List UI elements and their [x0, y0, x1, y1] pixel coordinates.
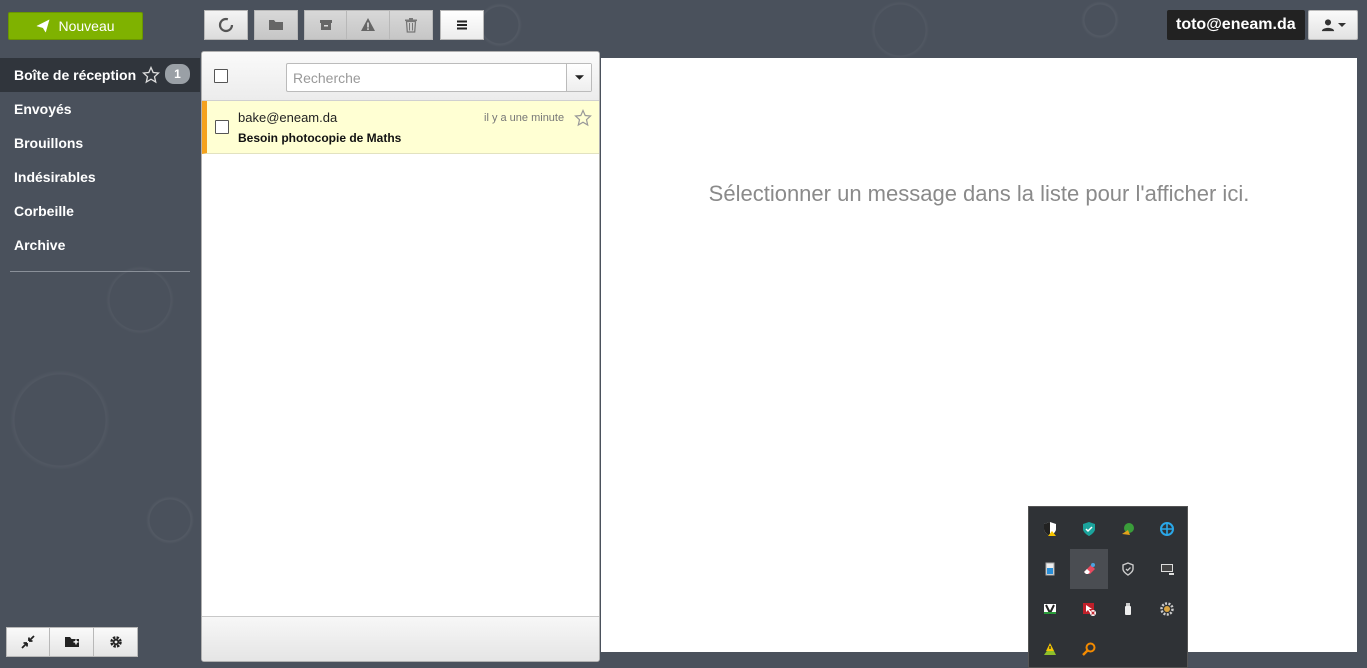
sidebar-bottom-tools — [6, 627, 138, 657]
folder-inbox[interactable]: Boîte de réception 1 — [0, 58, 200, 92]
new-message-button[interactable]: Nouveau — [8, 12, 143, 40]
refresh-group — [204, 10, 248, 40]
message-actions-group — [304, 10, 433, 40]
user-menu-button[interactable] — [1308, 10, 1358, 40]
tray-item[interactable] — [1031, 589, 1069, 629]
tray-item[interactable] — [1070, 629, 1108, 668]
system-tray-popup — [1028, 506, 1188, 668]
add-folder-button[interactable] — [50, 627, 94, 657]
more-menu-button[interactable] — [440, 10, 484, 40]
folder-label: Archive — [14, 237, 66, 253]
warning-icon — [361, 18, 375, 31]
tray-item[interactable] — [1148, 589, 1186, 629]
refresh-button[interactable] — [204, 10, 248, 40]
message-date: il y a une minute — [484, 112, 565, 124]
battery-icon — [1045, 562, 1055, 576]
network-globe-icon — [1122, 523, 1134, 535]
tray-item[interactable] — [1109, 549, 1147, 589]
star-icon[interactable] — [142, 66, 160, 84]
select-all-checkbox[interactable] — [214, 69, 228, 83]
folder-list: Boîte de réception 1 Envoyés Brouillons … — [0, 58, 200, 262]
folder-label: Corbeille — [14, 203, 74, 219]
hamburger-icon — [457, 20, 467, 30]
tray-item[interactable] — [1109, 589, 1147, 629]
eraser-tool-icon — [1084, 563, 1095, 574]
cog-app-icon — [1160, 602, 1174, 616]
folder-label: Indésirables — [14, 169, 96, 185]
spam-button[interactable] — [347, 10, 390, 40]
message-subject: Besoin photocopie de Maths — [238, 131, 402, 145]
settings-button[interactable] — [94, 627, 138, 657]
tray-item[interactable] — [1031, 629, 1069, 668]
search-magnifier-icon — [1082, 642, 1096, 656]
preview-empty-text: Sélectionner un message dans la liste po… — [708, 181, 1250, 206]
more-menu-group — [440, 10, 484, 40]
message-list-footer — [202, 616, 599, 661]
tray-item[interactable] — [1031, 549, 1069, 589]
folder-plus-icon — [64, 637, 79, 647]
message-sender: bake@eneam.da — [238, 110, 338, 125]
message-list-header — [202, 52, 599, 101]
gpu-card-icon — [1044, 604, 1056, 616]
archive-button[interactable] — [304, 10, 347, 40]
caret-down-icon — [1337, 23, 1346, 27]
account-email: toto@eneam.da — [1167, 10, 1305, 40]
tray-item[interactable] — [1070, 509, 1108, 549]
shield-outline-icon — [1122, 562, 1134, 576]
alert-arrow-icon — [1044, 643, 1056, 655]
message-list-panel: bake@eneam.da il y a une minute Besoin p… — [201, 51, 600, 662]
usb-drive-icon — [1125, 603, 1131, 615]
folder-spam[interactable]: Indésirables — [0, 160, 200, 194]
caret-down-icon — [574, 75, 584, 80]
folder-label: Boîte de réception — [14, 67, 137, 83]
spinner-icon — [218, 17, 234, 33]
tray-item[interactable] — [1070, 589, 1108, 629]
folder-icon — [269, 20, 283, 30]
crosshair-circle-icon — [1160, 522, 1174, 536]
folder-label: Brouillons — [14, 135, 84, 151]
gear-icon — [109, 636, 122, 648]
cursor-disabled-icon — [1083, 603, 1096, 616]
archive-box-icon — [319, 20, 332, 30]
search-options-button[interactable] — [566, 64, 591, 91]
security-shield-warning-icon — [1044, 522, 1056, 536]
collapse-button[interactable] — [6, 627, 50, 657]
compress-icon — [21, 635, 35, 649]
folder-drafts[interactable]: Brouillons — [0, 126, 200, 160]
antivirus-shield-icon — [1083, 522, 1095, 536]
message-row[interactable]: bake@eneam.da il y a une minute Besoin p… — [202, 101, 599, 154]
move-group — [254, 10, 298, 40]
folder-label: Envoyés — [14, 101, 72, 117]
search-box — [286, 63, 592, 92]
tray-item[interactable] — [1031, 509, 1069, 549]
display-monitor-icon — [1161, 564, 1174, 575]
trash-icon — [405, 18, 417, 33]
tray-item[interactable] — [1070, 549, 1108, 589]
delete-button[interactable] — [390, 10, 433, 40]
star-icon[interactable] — [574, 109, 592, 127]
user-icon — [1321, 19, 1334, 32]
move-to-folder-button[interactable] — [254, 10, 298, 40]
search-input[interactable] — [287, 64, 566, 91]
folder-archive[interactable]: Archive — [0, 228, 200, 262]
tray-item[interactable] — [1148, 509, 1186, 549]
unread-badge: 1 — [165, 64, 190, 84]
preview-pane: Sélectionner un message dans la liste po… — [601, 58, 1357, 652]
message-checkbox[interactable] — [215, 120, 229, 134]
sidebar-divider — [10, 271, 190, 272]
paper-plane-icon — [36, 19, 50, 33]
folder-sent[interactable]: Envoyés — [0, 92, 200, 126]
folder-trash[interactable]: Corbeille — [0, 194, 200, 228]
new-message-label: Nouveau — [58, 18, 115, 34]
tray-item[interactable] — [1109, 509, 1147, 549]
tray-item[interactable] — [1148, 549, 1186, 589]
